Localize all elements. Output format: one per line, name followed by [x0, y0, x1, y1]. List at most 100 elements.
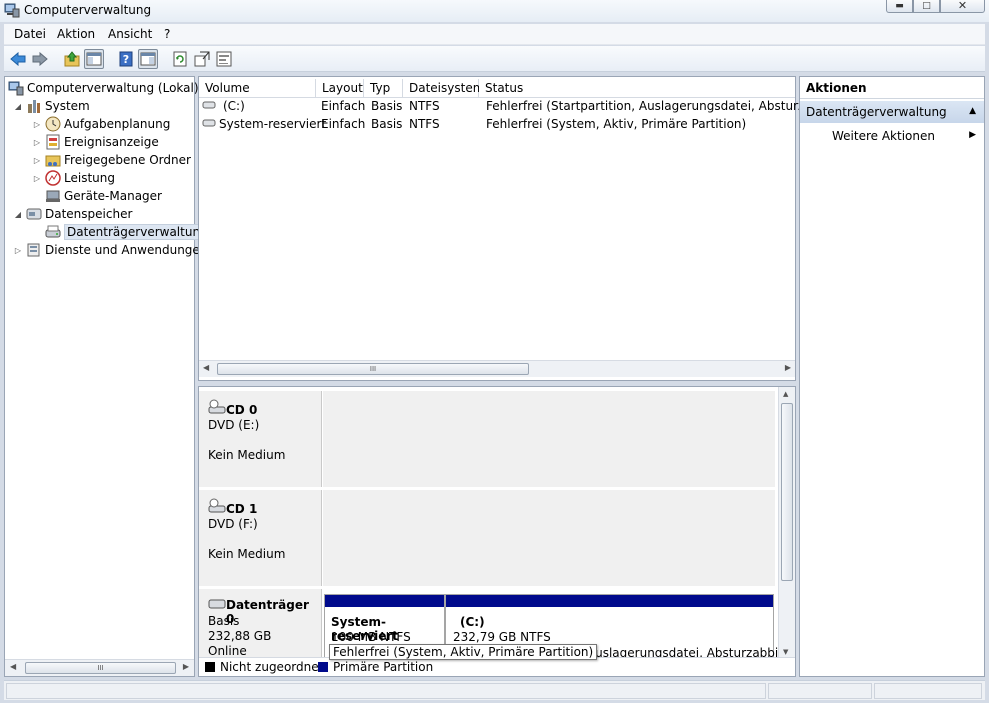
- close-icon: ✕: [957, 0, 968, 12]
- services-icon: [26, 242, 42, 258]
- header-divider: [199, 97, 795, 98]
- maximize-icon: □: [922, 0, 931, 11]
- export-list-button[interactable]: [192, 49, 212, 69]
- expand-icon[interactable]: ▷: [32, 174, 42, 183]
- cell-volume: (C:): [223, 99, 245, 113]
- show-hide-action-pane-button[interactable]: [138, 49, 158, 69]
- cd-drive-icon: [208, 498, 226, 517]
- partition-size: 232,79 GB NTFS: [453, 630, 551, 644]
- close-button[interactable]: ✕: [940, 0, 985, 13]
- performance-icon: [45, 170, 61, 186]
- tooltip: Fehlerfrei (System, Aktiv, Primäre Parti…: [329, 644, 598, 660]
- disk-label-cd0[interactable]: CD 0 DVD (E:) Kein Medium: [199, 391, 322, 487]
- legend-swatch-unallocated: [205, 662, 215, 672]
- expand-icon[interactable]: ▷: [32, 156, 42, 165]
- tree-item-dienste-und-anwendungen[interactable]: ▷ Dienste und Anwendungen: [13, 241, 208, 259]
- submenu-arrow-icon: ▶: [969, 130, 976, 140]
- tree-item-computerverwaltung[interactable]: Computerverwaltung (Lokal): [8, 79, 199, 97]
- actions-section-datentraegerverwaltung[interactable]: Datenträgerverwaltung ▲: [800, 101, 984, 123]
- help-icon: ?: [119, 51, 133, 67]
- tree-item-label: Leistung: [64, 171, 115, 185]
- forward-button[interactable]: [30, 49, 50, 69]
- computer-management-icon: [4, 3, 20, 18]
- back-button[interactable]: [8, 49, 28, 69]
- status-segment: [6, 683, 766, 699]
- collapse-icon[interactable]: ◢: [13, 102, 23, 111]
- cell-layout: Einfach: [321, 117, 366, 131]
- scroll-thumb[interactable]: III: [25, 662, 176, 674]
- scroll-thumb[interactable]: [781, 403, 793, 581]
- show-hide-action-pane-icon: [140, 52, 156, 66]
- tree-item-geraete-manager[interactable]: Geräte-Manager: [32, 187, 162, 205]
- column-header-dateisystem[interactable]: Dateisystem: [403, 79, 484, 97]
- partition-type-bar: [446, 595, 773, 607]
- disk-label-cd1[interactable]: CD 1 DVD (F:) Kein Medium: [199, 490, 322, 586]
- scroll-right-icon[interactable]: ▶: [183, 662, 189, 671]
- status-segment: [874, 683, 982, 699]
- collapse-up-icon[interactable]: ▲: [969, 106, 976, 116]
- tree-item-datenspeicher[interactable]: ◢ Datenspeicher: [13, 205, 132, 223]
- menu-aktion[interactable]: Aktion: [57, 27, 95, 41]
- menu-datei[interactable]: Datei: [14, 27, 46, 41]
- disk-area-cd0[interactable]: [323, 391, 775, 487]
- up-button[interactable]: [62, 49, 82, 69]
- up-folder-icon: [64, 51, 80, 67]
- menu-ansicht[interactable]: Ansicht: [108, 27, 152, 41]
- scroll-up-icon[interactable]: ▲: [783, 390, 788, 398]
- action-weitere-aktionen[interactable]: Weitere Aktionen ▶: [800, 125, 984, 147]
- volume-list: Volume Layout Typ Dateisystem Status (C:…: [198, 76, 841, 381]
- disk-size: 232,88 GB: [208, 629, 272, 643]
- properties-button[interactable]: [214, 49, 234, 69]
- expand-icon[interactable]: ▷: [32, 120, 42, 129]
- status-bar: [4, 680, 985, 700]
- disk-area-cd1[interactable]: [323, 490, 775, 586]
- expand-icon[interactable]: ▷: [13, 246, 23, 255]
- refresh-icon: [173, 51, 187, 67]
- cd-drive-icon: [208, 399, 226, 418]
- show-hide-tree-button[interactable]: [84, 49, 104, 69]
- svg-text:?: ?: [123, 53, 129, 66]
- tree-item-label: System: [45, 99, 90, 113]
- volume-list-horizontal-scrollbar[interactable]: ◀ III ▶: [199, 360, 795, 377]
- help-button[interactable]: ?: [116, 49, 136, 69]
- actions-pane: Aktionen Datenträgerverwaltung ▲ Weitere…: [799, 76, 985, 677]
- column-header-volume[interactable]: Volume: [199, 79, 316, 97]
- tree-item-label: Geräte-Manager: [64, 189, 162, 203]
- scroll-down-icon[interactable]: ▼: [783, 648, 788, 656]
- tree-item-label: Dienste und Anwendungen: [45, 243, 208, 257]
- disk-vertical-scrollbar[interactable]: ▲ ▼: [778, 387, 795, 659]
- cell-layout: Einfach: [321, 99, 366, 113]
- disk-type: DVD (F:): [208, 517, 258, 531]
- collapse-icon[interactable]: ◢: [13, 210, 23, 219]
- scroll-left-icon[interactable]: ◀: [203, 363, 209, 372]
- legend-swatch-primary: [318, 662, 328, 672]
- column-header-typ[interactable]: Typ: [364, 79, 403, 97]
- disk-type: Basis: [208, 614, 240, 628]
- tree-item-system[interactable]: ◢ System: [13, 97, 90, 115]
- scroll-right-icon[interactable]: ▶: [785, 363, 791, 372]
- tree-item-label: Freigegebene Ordner: [64, 153, 191, 167]
- maximize-button[interactable]: □: [913, 0, 940, 13]
- status-segment: [768, 683, 872, 699]
- tree-horizontal-scrollbar[interactable]: ◀ III ▶: [5, 659, 194, 676]
- tree-item-label: Ereignisanzeige: [64, 135, 159, 149]
- minimize-button[interactable]: ▬: [886, 0, 913, 13]
- legend-label-primary: Primäre Partition: [333, 660, 434, 674]
- column-header-status[interactable]: Status: [479, 79, 795, 97]
- tree-item-freigegebene-ordner[interactable]: ▷ Freigegebene Ordner: [32, 151, 191, 169]
- tree-item-datentraegerverwaltung[interactable]: Datenträgerverwaltung: [32, 223, 211, 241]
- menu-help[interactable]: ?: [164, 27, 170, 41]
- scroll-left-icon[interactable]: ◀: [10, 662, 16, 671]
- refresh-button[interactable]: [170, 49, 190, 69]
- tree-item-ereignisanzeige[interactable]: ▷ Ereignisanzeige: [32, 133, 159, 151]
- column-header-layout[interactable]: Layout: [316, 79, 364, 97]
- title-bar: Computerverwaltung ▬ □ ✕: [0, 0, 989, 22]
- expand-icon[interactable]: ▷: [32, 138, 42, 147]
- scroll-thumb[interactable]: III: [217, 363, 529, 375]
- disk-label-disk0[interactable]: Datenträger 0 Basis 232,88 GB Online: [199, 589, 322, 658]
- cell-volume: System-reserviert: [219, 117, 327, 131]
- system-tools-icon: [26, 98, 42, 114]
- tree-item-aufgabenplanung[interactable]: ▷ Aufgabenplanung: [32, 115, 170, 133]
- tree-item-leistung[interactable]: ▷ Leistung: [32, 169, 115, 187]
- tree-item-label: Computerverwaltung (Lokal): [27, 81, 199, 95]
